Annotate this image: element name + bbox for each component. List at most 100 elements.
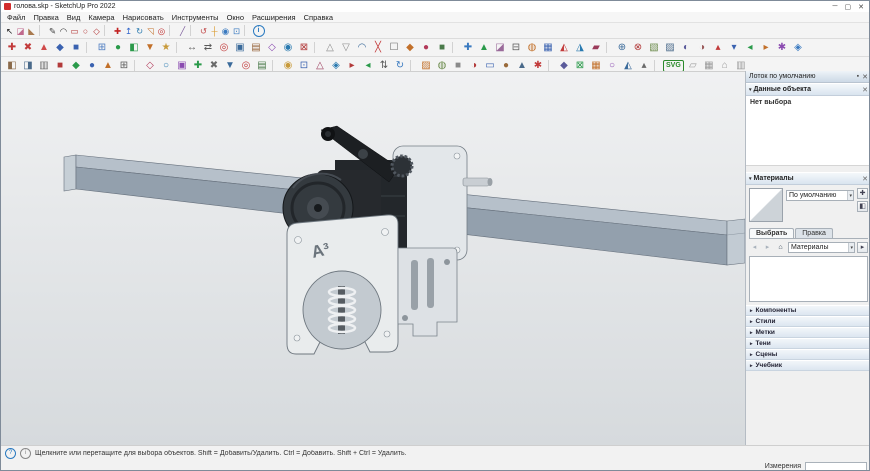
tape-measure-tool[interactable]: ╱ <box>178 25 188 37</box>
toolbar-icon[interactable]: ✱ <box>775 41 789 55</box>
toolbar-icon[interactable]: ☐ <box>387 41 401 55</box>
scale-tool[interactable]: ◹ <box>146 25 156 37</box>
toolbar-icon[interactable]: ◇ <box>265 41 279 55</box>
toolbar-icon[interactable]: ◉ <box>281 41 295 55</box>
chevron-down-icon[interactable]: ▾ <box>848 243 854 252</box>
toolbar-icon[interactable]: ⊗ <box>631 41 645 55</box>
toolbar-icon[interactable]: ▤ <box>249 41 263 55</box>
model-viewport[interactable]: A³ <box>1 71 745 445</box>
toolbar-icon[interactable]: ▽ <box>339 41 353 55</box>
toolbar-icon[interactable]: ◠ <box>355 41 369 55</box>
menu-item[interactable]: Правка <box>29 13 62 22</box>
menu-item[interactable]: Расширения <box>248 13 300 22</box>
measurements-input[interactable] <box>805 462 867 471</box>
toolbar-icon[interactable]: ✖ <box>21 41 35 55</box>
close-icon[interactable]: ✕ <box>862 175 868 183</box>
tray-panel-collapsed[interactable]: ▸Компоненты <box>746 305 870 316</box>
tray-close-icon[interactable]: ✕ <box>862 73 868 81</box>
toolbar-icon[interactable]: ▼ <box>143 41 157 55</box>
rectangle-tool[interactable]: ▭ <box>70 25 80 37</box>
toolbar-icon[interactable]: ▦ <box>541 41 555 55</box>
toolbar-icon[interactable]: ◭ <box>557 41 571 55</box>
pan-tool[interactable]: ┼ <box>210 25 220 37</box>
toolbar-icon[interactable]: ■ <box>69 41 83 55</box>
maximize-button[interactable]: ▢ <box>845 3 852 11</box>
arc-tool[interactable]: ◠ <box>59 25 69 37</box>
orbit-tool[interactable]: ↺ <box>199 25 209 37</box>
toolbar-icon[interactable]: ✚ <box>5 41 19 55</box>
tray-panel-collapsed[interactable]: ▸Сцены <box>746 349 870 360</box>
toolbar-icon[interactable]: ▣ <box>233 41 247 55</box>
materials-category-select[interactable]: Материалы ▾ <box>788 242 855 253</box>
materials-header[interactable]: ▾ Материалы ✕ <box>746 172 870 185</box>
tray-panel-collapsed[interactable]: ▸Учебник <box>746 360 870 371</box>
toolbar-icon[interactable]: ⊕ <box>615 41 629 55</box>
help-icon[interactable]: ? <box>5 448 16 459</box>
pin-icon[interactable]: ▪ <box>857 73 859 81</box>
menu-item[interactable]: Окно <box>223 13 248 22</box>
toolbar-icon[interactable]: ◪ <box>493 41 507 55</box>
toolbar-icon[interactable]: ◂ <box>743 41 757 55</box>
toolbar-icon[interactable]: △ <box>323 41 337 55</box>
instructor-info[interactable]: i <box>253 25 265 37</box>
toolbar-icon[interactable]: ╳ <box>371 41 385 55</box>
toolbar-icon[interactable]: ◆ <box>403 41 417 55</box>
toolbar-icon[interactable]: ◐ <box>679 41 693 55</box>
toolbar-icon[interactable]: ★ <box>159 41 173 55</box>
tray-panel-collapsed[interactable]: ▸Тени <box>746 338 870 349</box>
eraser-tool[interactable]: ◪ <box>16 25 26 37</box>
move-tool[interactable]: ✚ <box>113 25 123 37</box>
material-preview[interactable] <box>749 188 783 222</box>
menu-item[interactable]: Файл <box>3 13 29 22</box>
paint-bucket-tool[interactable]: ◣ <box>27 25 37 37</box>
tray-panel-collapsed[interactable]: ▸Стили <box>746 316 870 327</box>
rotate-tool[interactable]: ↻ <box>135 25 145 37</box>
toolbar-icon[interactable]: ⊞ <box>95 41 109 55</box>
material-select[interactable]: По умолчанию ▾ <box>786 190 854 201</box>
create-material-button[interactable]: ✚ <box>857 188 868 199</box>
toolbar-icon[interactable]: ▰ <box>589 41 603 55</box>
home-icon[interactable]: ⌂ <box>775 242 786 253</box>
tray-panel-collapsed[interactable]: ▸Метки <box>746 327 870 338</box>
toolbar-icon[interactable]: ✚ <box>461 41 475 55</box>
info-icon[interactable]: i <box>20 448 31 459</box>
toolbar-icon[interactable]: ⇄ <box>201 41 215 55</box>
toolbar-icon[interactable]: ■ <box>435 41 449 55</box>
details-button[interactable]: ▸ <box>857 242 868 253</box>
polygon-tool[interactable]: ◇ <box>92 25 102 37</box>
line-tool[interactable]: ✎ <box>48 25 58 37</box>
menu-item[interactable]: Инструменты <box>168 13 223 22</box>
tab-select[interactable]: Выбрать <box>749 228 794 238</box>
toolbar-icon[interactable]: ⊠ <box>297 41 311 55</box>
menu-item[interactable]: Вид <box>63 13 85 22</box>
entity-info-header[interactable]: ▾ Данные объекта ✕ <box>746 83 870 96</box>
zoom-extents-tool[interactable]: ⊡ <box>232 25 242 37</box>
close-button[interactable]: ✕ <box>858 3 864 11</box>
materials-list[interactable] <box>749 256 868 302</box>
circle-tool[interactable]: ○ <box>81 25 91 37</box>
close-icon[interactable]: ✕ <box>862 86 868 94</box>
chevron-down-icon[interactable]: ▾ <box>847 191 853 200</box>
toolbar-icon[interactable]: ▸ <box>759 41 773 55</box>
toolbar-icon[interactable]: ◍ <box>525 41 539 55</box>
toolbar-icon[interactable]: ▾ <box>727 41 741 55</box>
forward-icon[interactable]: ▸ <box>762 242 773 253</box>
menu-item[interactable]: Нарисовать <box>119 13 168 22</box>
svg-export-tool[interactable]: SVG <box>663 60 684 72</box>
push-pull-tool[interactable]: ↥ <box>124 25 134 37</box>
toolbar-icon[interactable]: ▧ <box>647 41 661 55</box>
toolbar-icon[interactable]: ● <box>419 41 433 55</box>
toolbar-icon[interactable]: ◈ <box>791 41 805 55</box>
back-icon[interactable]: ◂ <box>749 242 760 253</box>
toolbar-icon[interactable]: ▲ <box>477 41 491 55</box>
toolbar-icon[interactable]: ◧ <box>127 41 141 55</box>
sample-paint-button[interactable]: ◧ <box>857 201 868 212</box>
toolbar-icon[interactable]: ▨ <box>663 41 677 55</box>
menu-item[interactable]: Справка <box>300 13 337 22</box>
toolbar-icon[interactable]: ↔ <box>185 41 199 55</box>
toolbar-icon[interactable]: ◮ <box>573 41 587 55</box>
toolbar-icon[interactable]: ◆ <box>53 41 67 55</box>
offset-tool[interactable]: ◎ <box>157 25 167 37</box>
toolbar-icon[interactable]: ● <box>111 41 125 55</box>
minimize-button[interactable]: ─ <box>833 3 838 11</box>
